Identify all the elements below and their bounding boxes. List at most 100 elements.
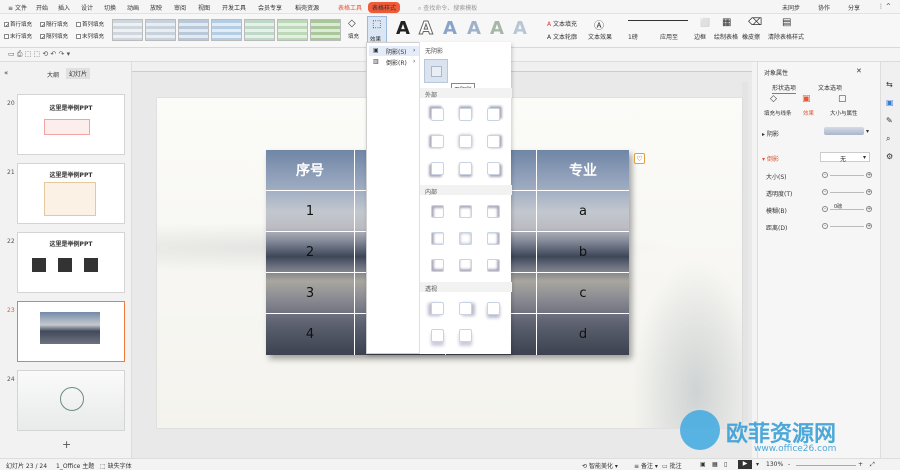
increment-icon[interactable]: + <box>866 172 872 178</box>
menu-slideshow[interactable]: 放映 <box>150 3 162 12</box>
shadow-option[interactable] <box>459 302 472 315</box>
close-icon[interactable]: ✕ <box>856 67 862 75</box>
menu-table-tools[interactable]: 表格工具 <box>338 3 362 12</box>
increment-icon[interactable]: + <box>866 206 872 212</box>
slide-thumb-20[interactable]: 这里是举例PPT <box>17 94 125 155</box>
table-style-swatch[interactable] <box>244 19 275 41</box>
play-slideshow-button[interactable]: ▶ <box>738 460 752 469</box>
text-effect-icon[interactable]: Ⓐ <box>594 17 604 32</box>
fit-window-icon[interactable]: ⤢ <box>870 461 875 469</box>
checkbox-header-row[interactable]: ✓首行填充 <box>4 20 32 29</box>
shadow-option[interactable] <box>431 259 444 272</box>
reflection-select[interactable]: 无 ▾ <box>820 152 870 163</box>
table-style-swatch[interactable] <box>310 19 341 41</box>
smart-tip-icon[interactable]: ♡ <box>634 153 645 164</box>
shadow-option[interactable] <box>487 205 500 218</box>
collab-button[interactable]: 协作 <box>818 3 830 12</box>
checkbox-first-col[interactable]: 首列填充 <box>76 20 104 28</box>
decrement-icon[interactable]: - <box>822 172 828 178</box>
increment-icon[interactable]: + <box>866 189 872 195</box>
table-style-swatch[interactable] <box>277 19 308 41</box>
checkbox-banded-rows[interactable]: ✓隔行填充 <box>40 20 68 29</box>
file-menu[interactable]: ≡ 文件 <box>8 3 27 12</box>
slide-thumb-22[interactable]: 这里是举例PPT <box>17 232 125 293</box>
sync-status[interactable]: 未同步 <box>782 3 800 12</box>
menu-docer[interactable]: 稻壳资源 <box>295 3 319 12</box>
table-cell[interactable]: d <box>537 314 629 355</box>
table-cell[interactable]: 2 <box>266 232 355 273</box>
tab-shape-options[interactable]: 形状选项 <box>772 83 797 94</box>
text-style-a-outline[interactable]: A <box>419 18 434 40</box>
settings-icon[interactable]: ⚙ <box>886 152 893 161</box>
vertical-scrollbar[interactable] <box>742 82 748 422</box>
tab-outline[interactable]: 大纲 <box>47 70 59 79</box>
blur-slider[interactable] <box>830 209 864 210</box>
collapse-panel-icon[interactable]: « <box>4 69 8 77</box>
zoom-value[interactable]: 130% <box>766 461 783 468</box>
menu-animations[interactable]: 动画 <box>127 3 139 12</box>
properties-icon[interactable]: ⇆ <box>886 80 893 89</box>
table-cell[interactable]: c <box>537 273 629 314</box>
shadow-option[interactable] <box>487 108 500 121</box>
shadow-option[interactable] <box>431 329 444 342</box>
fill-icon[interactable]: ◇ <box>348 18 356 29</box>
view-reading-icon[interactable]: ▯ <box>724 461 727 468</box>
table-cell[interactable]: b <box>537 232 629 273</box>
menu-insert[interactable]: 插入 <box>58 3 70 12</box>
menu-member[interactable]: 会员专享 <box>258 3 282 12</box>
smart-beautify-button[interactable]: ⟲ 智能美化 ▾ <box>582 461 618 470</box>
brush-icon[interactable]: ⌕ <box>886 134 890 144</box>
text-style-a-green[interactable]: A <box>490 18 504 39</box>
shadow-option[interactable] <box>459 259 472 272</box>
slide-thumb-24[interactable] <box>17 370 125 431</box>
tab-text-options[interactable]: 文本选项 <box>818 83 842 92</box>
notes-button[interactable]: ≡ 备注 ▾ <box>634 461 658 470</box>
line-width-select[interactable]: 1磅 <box>628 32 638 41</box>
text-style-a-gray[interactable]: A <box>513 18 527 39</box>
menu-transitions[interactable]: 切换 <box>104 3 116 12</box>
distance-slider[interactable] <box>830 226 864 227</box>
text-style-a-black[interactable]: A <box>396 18 410 39</box>
table-cell[interactable]: 3 <box>266 273 355 314</box>
comments-button[interactable]: ▭ 批注 <box>662 461 682 470</box>
shadow-option[interactable] <box>459 329 472 342</box>
shadow-option[interactable] <box>431 135 444 148</box>
apply-to-button[interactable]: 应用至 <box>660 32 678 41</box>
shadow-label[interactable]: ▸ 阴影 <box>762 129 779 138</box>
table-style-swatch[interactable] <box>211 19 242 41</box>
text-effect-button[interactable]: 文本效果 <box>588 32 612 41</box>
add-slide-button[interactable]: + <box>62 438 71 451</box>
table-header-cell[interactable]: 序号 <box>266 150 355 191</box>
shape-icon[interactable]: ▣ <box>886 98 894 107</box>
text-style-a-light[interactable]: A <box>467 18 481 39</box>
animation-icon[interactable]: ✎ <box>886 116 893 125</box>
quick-access-icons[interactable]: ▭ ⎙ ⬚ ⬚ ⟲ ↶ ↷ ▾ <box>8 50 70 59</box>
missing-fonts-button[interactable]: ⬚ 缺失字体 <box>100 461 132 470</box>
slide-thumb-21[interactable]: 这里是举例PPT <box>17 163 125 224</box>
menu-home[interactable]: 开始 <box>36 3 48 12</box>
no-shadow-option[interactable] <box>424 59 448 83</box>
menu-item-shadow[interactable]: ▣ 阴影(S) › <box>369 46 419 56</box>
table-cell[interactable]: a <box>537 191 629 232</box>
shadow-option[interactable] <box>431 302 444 315</box>
shadow-option[interactable] <box>431 205 444 218</box>
menu-design[interactable]: 设计 <box>81 3 93 12</box>
menu-item-reflection[interactable]: ▥ 倒影(R) › <box>369 57 419 67</box>
subtab-effects[interactable]: 效果 <box>803 109 814 117</box>
text-style-a-blue[interactable]: A <box>443 18 457 39</box>
table-header-cell[interactable]: 专业 <box>537 150 629 191</box>
checkbox-banded-cols[interactable]: ✓隔列填充 <box>40 32 68 41</box>
fill-button[interactable]: 填充 <box>348 32 359 40</box>
decrement-icon[interactable]: - <box>822 206 828 212</box>
view-sorter-icon[interactable]: ▦ <box>712 461 718 468</box>
shadow-option[interactable] <box>459 162 472 175</box>
decrement-icon[interactable]: - <box>822 223 828 229</box>
zoom-out-icon[interactable]: - <box>788 461 790 468</box>
table-style-swatch[interactable] <box>145 19 176 41</box>
table-style-swatch[interactable] <box>112 19 143 41</box>
shadow-option[interactable] <box>487 302 500 315</box>
share-button[interactable]: 分享 <box>848 3 860 12</box>
text-outline-button[interactable]: A 文本轮廓 <box>547 32 577 41</box>
table-style-swatch[interactable] <box>178 19 209 41</box>
size-slider[interactable] <box>830 175 864 176</box>
